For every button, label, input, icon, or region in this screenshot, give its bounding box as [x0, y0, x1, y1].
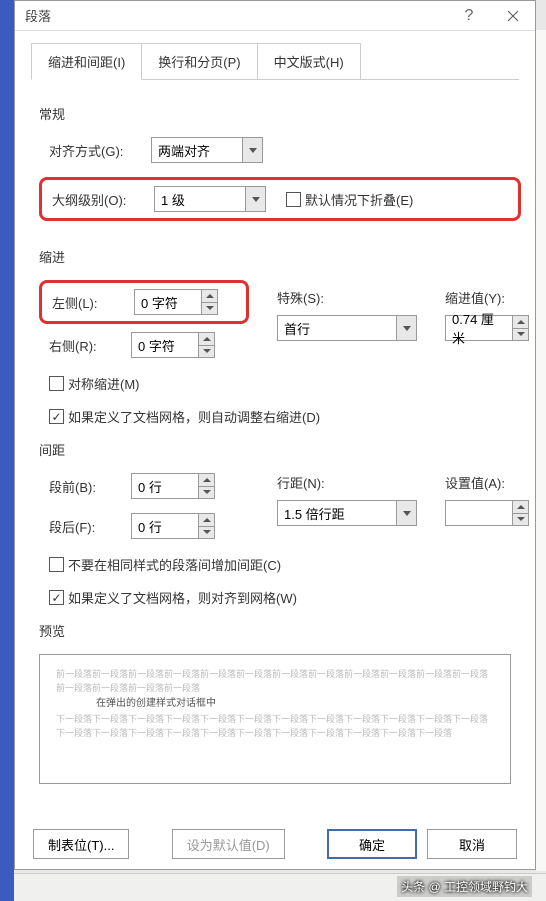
chevron-down-icon — [396, 501, 416, 525]
indent-right-label: 右侧(R): — [49, 336, 121, 355]
mirror-indent-label: 对称缩进(M) — [68, 374, 140, 393]
section-preview: 预览 — [39, 621, 511, 640]
close-button[interactable] — [491, 1, 535, 31]
chevron-down-icon — [242, 138, 262, 162]
preview-before-text: 前一段落前一段落前一段落前一段落前一段落前一段落前一段落前一段落前一段落前一段落… — [56, 667, 494, 696]
spin-down-icon[interactable] — [513, 329, 528, 341]
section-indent: 缩进 — [39, 247, 511, 266]
spin-down-icon[interactable] — [199, 527, 214, 539]
alignment-label: 对齐方式(G): — [49, 141, 141, 160]
section-spacing: 间距 — [39, 440, 511, 459]
spin-down-icon[interactable] — [199, 487, 214, 499]
space-before-input[interactable]: 0 行 — [131, 473, 215, 499]
space-after-input[interactable]: 0 行 — [131, 513, 215, 539]
preview-after-text: 下一段落下一段落下一段落下一段落下一段落下一段落下一段落下一段落下一段落下一段落… — [56, 712, 494, 741]
indent-left-label: 左侧(L): — [52, 293, 124, 312]
by-input[interactable]: 0.74 厘米 — [445, 315, 529, 341]
spin-down-icon[interactable] — [513, 514, 528, 526]
paragraph-dialog: 段落 ? 缩进和间距(I) 换行和分页(P) 中文版式(H) 常规 对齐方式(G… — [14, 0, 536, 870]
help-button[interactable]: ? — [447, 1, 491, 31]
auto-adjust-label: 如果定义了文档网格，则自动调整右缩进(D) — [68, 407, 320, 426]
linespace-select[interactable]: 1.5 倍行距 — [277, 500, 417, 526]
nospace-same-style-checkbox[interactable] — [49, 557, 64, 572]
special-select[interactable]: 首行 — [277, 315, 417, 341]
spin-up-icon[interactable] — [202, 290, 217, 303]
alignment-select[interactable]: 两端对齐 — [151, 137, 263, 163]
tab-asian[interactable]: 中文版式(H) — [257, 43, 361, 80]
preview-box: 前一段落前一段落前一段落前一段落前一段落前一段落前一段落前一段落前一段落前一段落… — [39, 654, 511, 784]
set-default-button[interactable]: 设为默认值(D) — [172, 829, 285, 859]
by-label: 缩进值(Y): — [445, 288, 529, 307]
snap-grid-label: 如果定义了文档网格，则对齐到网格(W) — [68, 588, 297, 607]
spin-up-icon[interactable] — [199, 474, 214, 487]
collapse-checkbox[interactable] — [286, 192, 301, 207]
section-general: 常规 — [39, 104, 511, 123]
spin-up-icon[interactable] — [199, 333, 214, 346]
titlebar: 段落 ? — [15, 1, 535, 31]
indent-left-input[interactable]: 0 字符 — [134, 289, 218, 315]
spin-up-icon[interactable] — [513, 501, 528, 514]
at-input[interactable] — [445, 500, 529, 526]
spin-up-icon[interactable] — [513, 316, 528, 329]
space-before-label: 段前(B): — [49, 477, 121, 496]
spin-up-icon[interactable] — [199, 514, 214, 527]
special-label: 特殊(S): — [277, 288, 417, 307]
collapse-label: 默认情况下折叠(E) — [305, 190, 413, 209]
highlight-left-indent: 左侧(L): 0 字符 — [39, 280, 249, 324]
chevron-down-icon — [245, 187, 265, 211]
tab-bar: 缩进和间距(I) 换行和分页(P) 中文版式(H) — [15, 31, 535, 80]
ok-button[interactable]: 确定 — [327, 829, 417, 859]
mirror-indent-checkbox[interactable] — [49, 376, 64, 391]
auto-adjust-checkbox[interactable] — [49, 409, 64, 424]
tabs-button[interactable]: 制表位(T)... — [33, 829, 129, 859]
cancel-button[interactable]: 取消 — [427, 829, 517, 859]
linespace-label: 行距(N): — [277, 473, 417, 492]
snap-grid-checkbox[interactable] — [49, 590, 64, 605]
watermark: 头条 @ 工控领域野钓大 — [397, 876, 532, 897]
tab-line-page[interactable]: 换行和分页(P) — [141, 43, 257, 80]
outline-level-select[interactable]: 1 级 — [154, 186, 266, 212]
chevron-down-icon — [396, 316, 416, 340]
highlight-outline: 大纲级别(O): 1 级 默认情况下折叠(E) — [39, 177, 521, 221]
window-title: 段落 — [25, 6, 447, 25]
dialog-buttons: 制表位(T)... 设为默认值(D) 确定 取消 — [15, 829, 535, 859]
tab-indent-spacing[interactable]: 缩进和间距(I) — [31, 43, 142, 80]
space-after-label: 段后(F): — [49, 517, 121, 536]
preview-sample-text: 在弹出的创建样式对话框中 — [56, 696, 494, 712]
indent-right-input[interactable]: 0 字符 — [131, 332, 215, 358]
nospace-same-style-label: 不要在相同样式的段落间增加间距(C) — [68, 555, 281, 574]
spin-down-icon[interactable] — [199, 346, 214, 358]
outline-label: 大纲级别(O): — [52, 190, 144, 209]
spin-down-icon[interactable] — [202, 303, 217, 315]
at-label: 设置值(A): — [445, 473, 529, 492]
